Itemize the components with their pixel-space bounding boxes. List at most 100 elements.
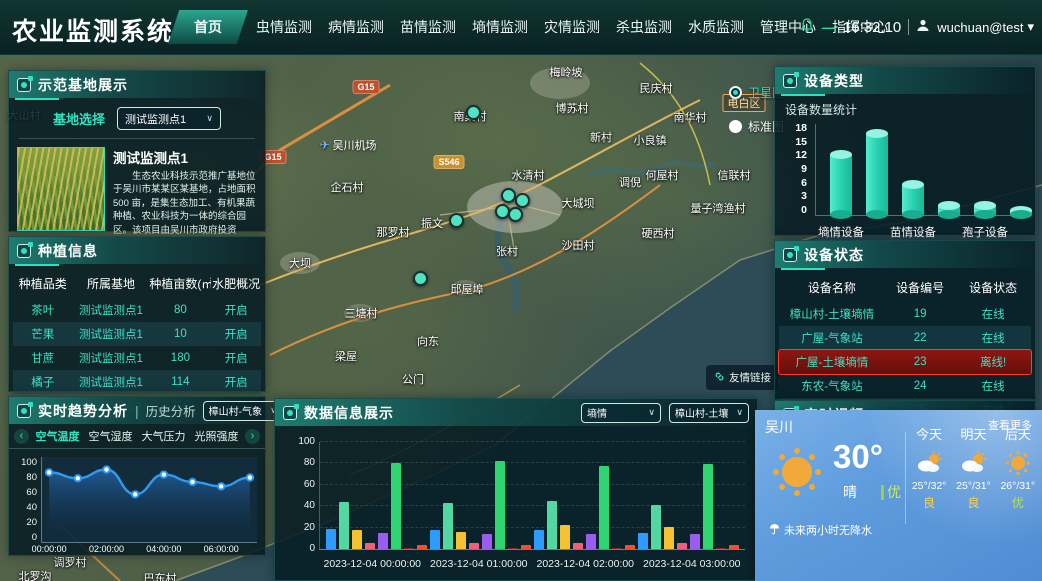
- device-count-subtitle: 设备数量统计: [785, 101, 1035, 118]
- map-marker[interactable]: [501, 188, 516, 203]
- forecast-day-2: 明天25°/31°良: [951, 424, 995, 511]
- map-marker[interactable]: [466, 105, 481, 120]
- user-menu[interactable]: wuchuan@test▾: [937, 19, 1034, 35]
- weather-condition: 晴: [843, 482, 857, 502]
- forecast-day-1: 今天25°/32°良: [907, 424, 951, 511]
- nav-item-7[interactable]: 杀虫监测: [608, 11, 680, 43]
- tabs-prev-arrow[interactable]: ‹: [14, 429, 29, 444]
- bar-series-3: [664, 527, 674, 549]
- bar-series-4: [365, 543, 375, 549]
- nav-item-5[interactable]: 墒情监测: [464, 11, 536, 43]
- panel-title: 种植信息: [38, 241, 98, 261]
- map-marker[interactable]: [449, 213, 464, 228]
- base-site-name: 测试监测点1: [113, 147, 257, 167]
- bar-series-6: [599, 466, 609, 549]
- nav-item-1[interactable]: 首页: [168, 10, 248, 44]
- divider: [905, 432, 906, 524]
- radio[interactable]: [729, 120, 742, 133]
- bar-group: [326, 442, 427, 549]
- bar-series-8: [417, 545, 427, 549]
- user-icon: [916, 18, 930, 37]
- map-marker[interactable]: [515, 193, 530, 208]
- nav-item-3[interactable]: 病情监测: [320, 11, 392, 43]
- bar-series-3: [352, 530, 362, 549]
- table-header-row: 设备名称设备编号设备状态: [779, 273, 1031, 302]
- bar-series-4: [677, 543, 687, 549]
- trend-tab-2[interactable]: 空气湿度: [84, 428, 137, 444]
- table-row: 橘子测试监测点1114开启: [13, 370, 261, 394]
- panel-title: 示范基地展示: [38, 75, 128, 95]
- table-header-row: 种植品类所属基地种植亩数(㎡)水肥概况: [13, 269, 261, 298]
- bar-group-label: 2023-12-04 03:00:00: [639, 558, 746, 570]
- bar-series-7: [612, 548, 622, 549]
- weather-widget: 吴川 查看更多 30° 晴 优 未来两小时无降水 今天25°/32°良明天25°…: [755, 410, 1042, 581]
- device-cylinder-bar: [902, 184, 924, 215]
- dashboard: 梅岭坡民庆村博苏村南巢村南华村大山村新村小良镇水清村何屋村信联村企石村调倪振文那…: [0, 0, 1042, 581]
- weather-city: 吴川: [765, 417, 793, 437]
- forecast-day-3: 后天26°/31°优: [996, 424, 1040, 511]
- radio-selected[interactable]: [729, 86, 742, 99]
- table-row: 芒果测试监测点110开启: [13, 322, 261, 346]
- bar-series-7: [508, 548, 518, 549]
- weather-notice: 未来两小时无降水: [769, 522, 872, 538]
- nav-item-4[interactable]: 苗情监测: [392, 11, 464, 43]
- device-cylinder-bar: [938, 205, 960, 215]
- nav-item-6[interactable]: 灾情监测: [536, 11, 608, 43]
- map-marker[interactable]: [508, 207, 523, 222]
- bar-series-2: [339, 502, 349, 549]
- panel-icon: [283, 406, 297, 420]
- bar-series-8: [729, 545, 739, 549]
- bar-series-1: [534, 530, 544, 549]
- panel-icon: [783, 74, 797, 88]
- panel-planting-info: 种植信息 种植品类所属基地种植亩数(㎡)水肥概况茶叶测试监测点180开启芒果测试…: [8, 236, 266, 392]
- trend-tab-1[interactable]: 空气温度: [31, 428, 84, 444]
- panel-device-type: 设备类型 设备数量统计 1815129630 墒情设备苗情设备孢子设备: [774, 66, 1036, 236]
- trend-device-select[interactable]: 樟山村-气象∨: [203, 401, 283, 421]
- panel-title: 设备类型: [804, 71, 864, 91]
- clock: 16:32:10: [843, 19, 901, 36]
- bar-series-3: [560, 525, 570, 549]
- weather-temp: 30°: [833, 438, 883, 476]
- bar-series-7: [404, 548, 414, 549]
- device-type-label: 孢子设备: [962, 224, 1008, 240]
- bar-series-6: [703, 464, 713, 549]
- panel-data-display: 数据信息展示 墒情∨ 樟山村-土壤∨ 100806040200 2023-12-…: [274, 398, 758, 581]
- panel-title: 实时趋势分析: [38, 401, 128, 421]
- bar-series-8: [625, 545, 635, 549]
- data-device-select[interactable]: 樟山村-土壤∨: [669, 403, 749, 423]
- bar-series-5: [482, 534, 492, 549]
- bar-series-4: [573, 543, 583, 549]
- nav-right: — 16:32:10 wuchuan@test▾: [799, 0, 1034, 55]
- bar-series-2: [443, 503, 453, 549]
- history-analysis-link[interactable]: 历史分析: [146, 401, 196, 420]
- table-row: 甘蔗测试监测点1180开启: [13, 346, 261, 370]
- device-row-offline: 广屋-土壤墒情23离线!: [779, 350, 1031, 374]
- bell-icon[interactable]: [799, 17, 815, 38]
- bar-series-2: [651, 505, 661, 549]
- data-type-select[interactable]: 墒情∨: [581, 403, 661, 423]
- bar-series-6: [495, 461, 505, 549]
- base-description: 生态农业科技示范推广基地位于吴川市某某区某基地，占地面积 500 亩，是集生态加…: [113, 170, 257, 234]
- tabs-next-arrow[interactable]: ›: [245, 429, 260, 444]
- map-marker[interactable]: [413, 271, 428, 286]
- device-cylinder-bar: [974, 205, 996, 215]
- sun-icon: [771, 446, 823, 503]
- bar-series-3: [456, 532, 466, 549]
- device-row: 樟山村-土壤墒情19在线: [779, 302, 1031, 326]
- nav-item-8[interactable]: 水质监测: [680, 11, 752, 43]
- bar-series-4: [469, 543, 479, 549]
- bar-group-label: 2023-12-04 01:00:00: [426, 558, 533, 570]
- trend-tab-3[interactable]: 大气压力: [137, 428, 190, 444]
- bar-series-1: [638, 533, 648, 549]
- base-select[interactable]: 测试监测点1∨: [117, 107, 221, 130]
- link-icon: [714, 371, 725, 385]
- bar-series-1: [430, 530, 440, 549]
- friendly-links-button[interactable]: 友情链接: [706, 365, 779, 390]
- trend-tab-4[interactable]: 光照强度: [190, 428, 243, 444]
- divider: [908, 19, 909, 35]
- bar-series-5: [690, 534, 700, 549]
- panel-title: 数据信息展示: [304, 403, 394, 423]
- nav-item-2[interactable]: 虫情监测: [248, 11, 320, 43]
- device-type-label: 墒情设备: [818, 224, 864, 240]
- panel-device-status: 设备状态 设备名称设备编号设备状态樟山村-土壤墒情19在线广屋-气象站22在线广…: [774, 240, 1036, 400]
